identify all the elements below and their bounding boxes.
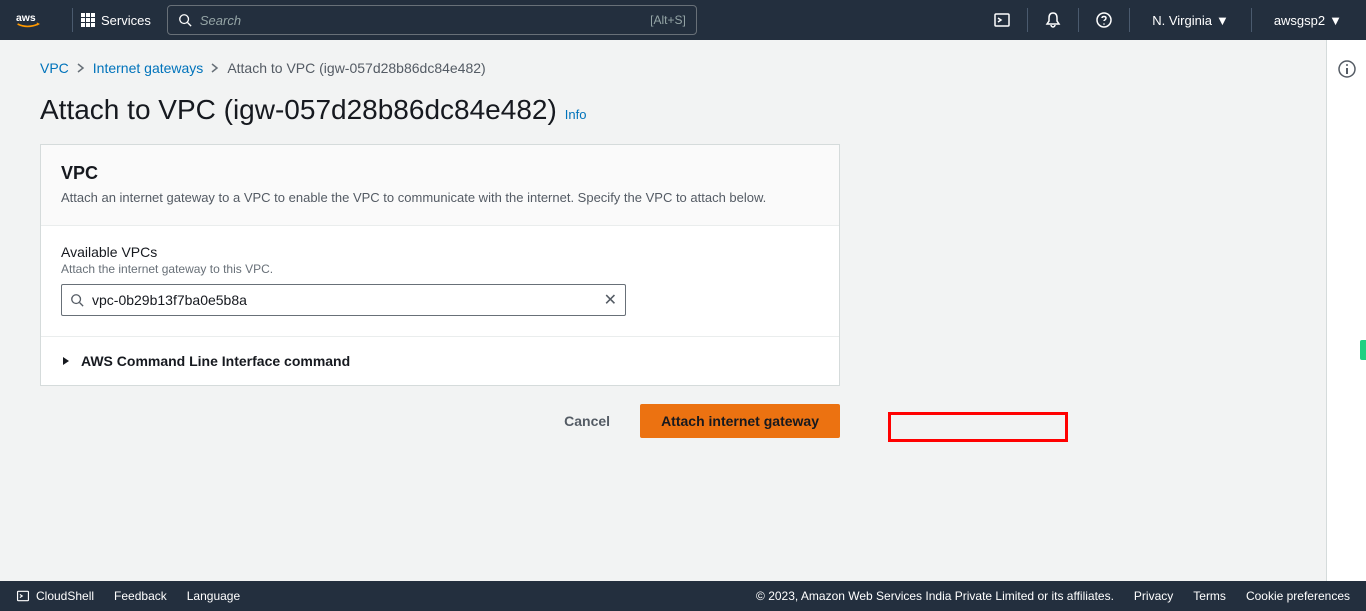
account-dropdown[interactable]: awsgsp2 ▼ — [1266, 13, 1350, 28]
copyright: © 2023, Amazon Web Services India Privat… — [756, 589, 1114, 603]
vpc-panel: VPC Attach an internet gateway to a VPC … — [40, 144, 840, 386]
bell-icon[interactable] — [1042, 9, 1064, 31]
field-hint: Attach the internet gateway to this VPC. — [61, 262, 819, 276]
footer-right: © 2023, Amazon Web Services India Privat… — [756, 589, 1350, 603]
breadcrumb-mid[interactable]: Internet gateways — [93, 60, 204, 76]
chevron-right-icon — [77, 63, 85, 73]
footer: CloudShell Feedback Language © 2023, Ama… — [0, 581, 1366, 611]
close-icon[interactable]: ✕ — [604, 290, 617, 310]
breadcrumb: VPC Internet gateways Attach to VPC (igw… — [0, 40, 1326, 76]
highlight-box — [888, 412, 1068, 442]
page-title: Attach to VPC (igw-057d28b86dc84e482) — [40, 94, 557, 126]
side-tab[interactable] — [1360, 340, 1366, 360]
cli-label: AWS Command Line Interface command — [81, 353, 350, 369]
aws-logo[interactable]: aws — [16, 10, 48, 30]
panel-title: VPC — [61, 163, 819, 184]
breadcrumb-root[interactable]: VPC — [40, 60, 69, 76]
privacy-link[interactable]: Privacy — [1134, 589, 1173, 603]
panel-header: VPC Attach an internet gateway to a VPC … — [41, 145, 839, 226]
terms-link[interactable]: Terms — [1193, 589, 1226, 603]
search-bar[interactable]: [Alt+S] — [167, 5, 697, 35]
cloudshell-icon[interactable] — [991, 9, 1013, 31]
footer-left: CloudShell Feedback Language — [16, 589, 240, 603]
divider — [1129, 8, 1130, 32]
search-input[interactable] — [200, 13, 650, 28]
services-button[interactable]: Services — [81, 13, 151, 28]
attach-button[interactable]: Attach internet gateway — [640, 404, 840, 438]
panel-body: Available VPCs Attach the internet gatew… — [41, 226, 839, 336]
top-nav: aws Services [Alt+S] — [0, 0, 1366, 40]
breadcrumb-current: Attach to VPC (igw-057d28b86dc84e482) — [227, 60, 485, 76]
page-title-row: Attach to VPC (igw-057d28b86dc84e482) In… — [0, 76, 1326, 144]
info-link[interactable]: Info — [565, 107, 587, 122]
region-dropdown[interactable]: N. Virginia ▼ — [1144, 13, 1237, 28]
search-icon — [70, 293, 84, 307]
account-label: awsgsp2 — [1274, 13, 1325, 28]
svg-text:aws: aws — [16, 13, 36, 24]
cloudshell-label: CloudShell — [36, 589, 94, 603]
divider — [72, 8, 73, 32]
vpc-input[interactable] — [92, 292, 604, 308]
cloudshell-link[interactable]: CloudShell — [16, 589, 94, 603]
vpc-search[interactable]: ✕ — [61, 284, 626, 316]
chevron-right-icon — [211, 63, 219, 73]
language-link[interactable]: Language — [187, 589, 240, 603]
search-shortcut: [Alt+S] — [650, 13, 686, 27]
triangle-right-icon — [61, 356, 71, 366]
divider — [1251, 8, 1252, 32]
divider — [1027, 8, 1028, 32]
help-icon[interactable] — [1093, 9, 1115, 31]
search-icon — [178, 13, 192, 27]
info-icon[interactable] — [1338, 60, 1356, 81]
nav-right: N. Virginia ▼ awsgsp2 ▼ — [991, 8, 1350, 32]
divider — [1078, 8, 1079, 32]
action-row: Cancel Attach internet gateway — [40, 404, 840, 438]
cookies-link[interactable]: Cookie preferences — [1246, 589, 1350, 603]
grid-icon — [81, 13, 95, 27]
region-label: N. Virginia — [1152, 13, 1212, 28]
chevron-down-icon: ▼ — [1216, 13, 1229, 28]
panel-desc: Attach an internet gateway to a VPC to e… — [61, 190, 819, 205]
field-label: Available VPCs — [61, 244, 819, 260]
right-panel — [1326, 40, 1366, 581]
chevron-down-icon: ▼ — [1329, 13, 1342, 28]
content-area: VPC Internet gateways Attach to VPC (igw… — [0, 40, 1326, 581]
feedback-link[interactable]: Feedback — [114, 589, 167, 603]
cancel-button[interactable]: Cancel — [548, 405, 626, 437]
cli-expander[interactable]: AWS Command Line Interface command — [41, 336, 839, 385]
services-label: Services — [101, 13, 151, 28]
